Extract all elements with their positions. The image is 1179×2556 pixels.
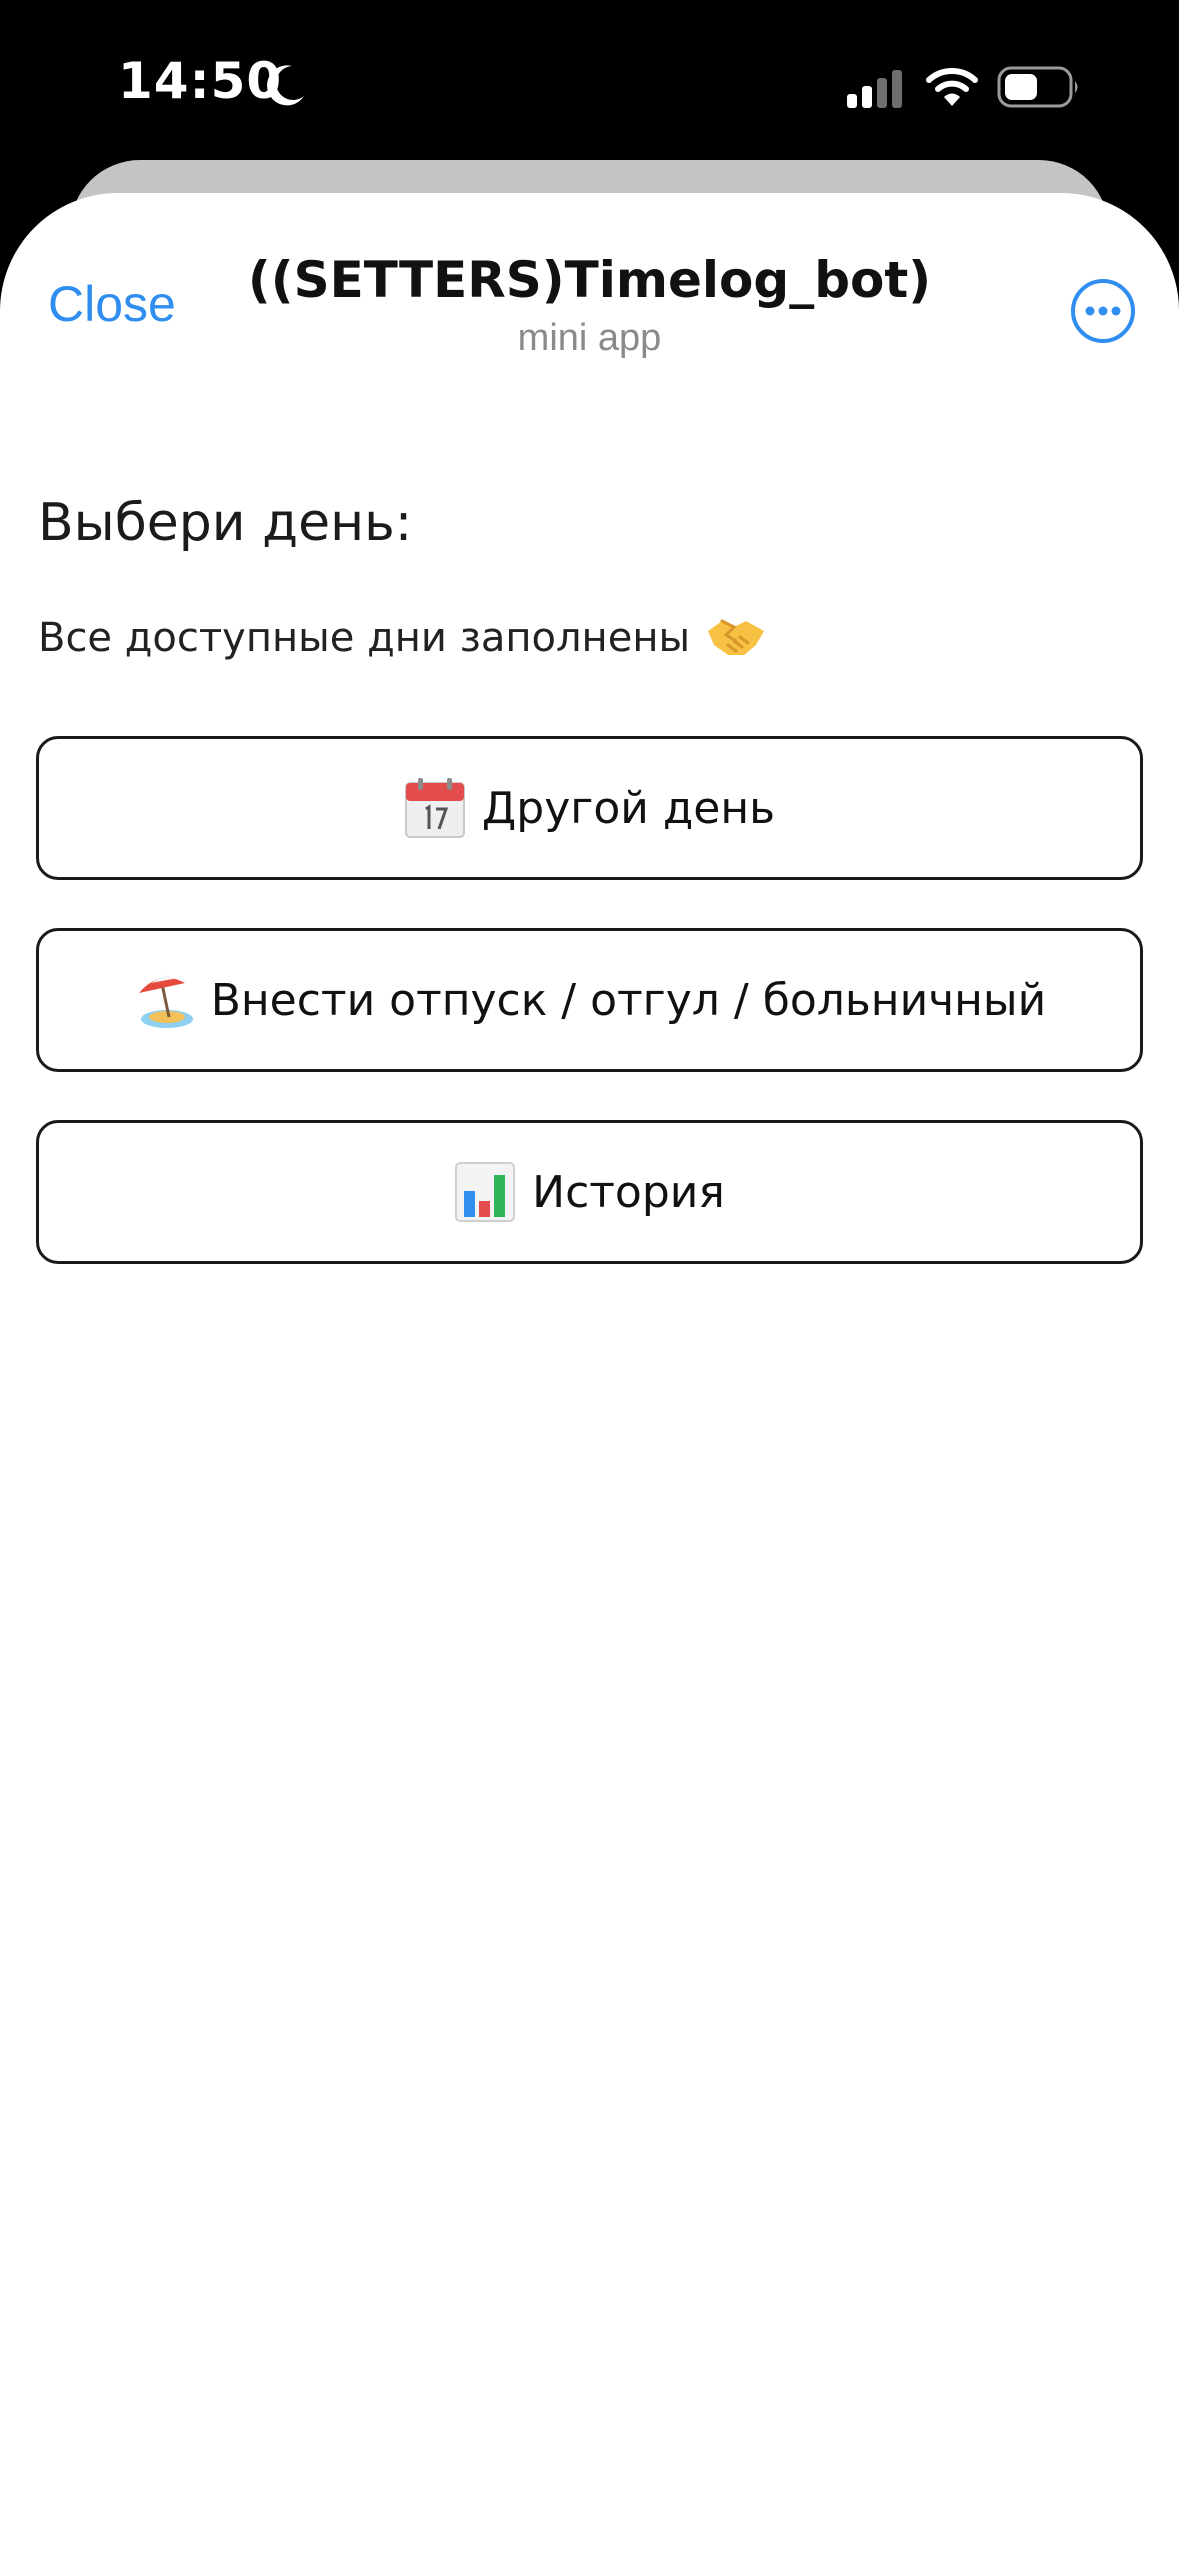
other-day-button[interactable]: Другой день — [36, 736, 1143, 880]
status-bar: 14:50 — [0, 0, 1179, 165]
more-button[interactable] — [1070, 278, 1136, 344]
status-time: 14:50 — [118, 52, 283, 110]
vacation-button[interactable]: Внести отпуск / отгул / больничный — [36, 928, 1143, 1072]
bot-title: ((SETTERS)Timelog_bot) — [247, 251, 932, 309]
signal-icon — [847, 70, 902, 108]
mini-app-header: Close ((SETTERS)Timelog_bot) mini app — [0, 193, 1179, 383]
other-day-label: Другой день — [481, 782, 776, 834]
page-title: Выбери день: — [38, 493, 413, 553]
bar-chart-icon — [455, 1162, 516, 1222]
phone-screen: 14:50 Close ((SETTERS)Timelog_bot) mini … — [0, 0, 1179, 2556]
wifi-icon — [926, 68, 978, 106]
history-label: История — [532, 1166, 725, 1218]
battery-icon — [997, 66, 1078, 108]
vacation-label: Внести отпуск / отгул / больничный — [210, 974, 1047, 1026]
moon-icon — [267, 65, 304, 106]
calendar-icon — [404, 778, 465, 838]
mini-app-sheet: Close ((SETTERS)Timelog_bot) mini app Вы… — [0, 193, 1179, 2556]
beach-umbrella-icon — [138, 975, 193, 1028]
history-button[interactable]: История — [36, 1120, 1143, 1264]
main-content: Выбери день: Все доступные дни заполнены — [36, 493, 1143, 1264]
bot-subtitle: mini app — [517, 317, 662, 359]
handshake-icon — [708, 619, 765, 655]
more-icon — [1071, 279, 1135, 343]
status-message-text: Все доступные дни заполнены — [38, 615, 691, 661]
status-message: Все доступные дни заполнены — [38, 608, 1143, 668]
